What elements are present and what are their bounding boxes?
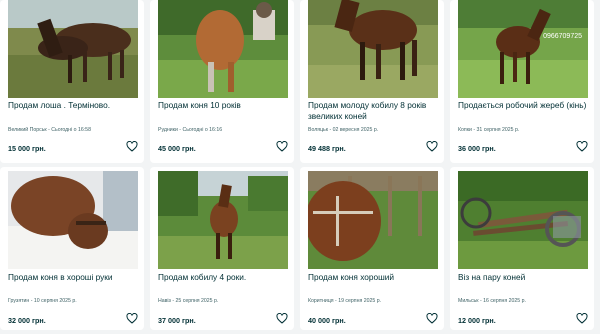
listing-price: 37 000 грн.	[158, 316, 196, 325]
listing-card[interactable]: Продам лоша . Терміново. Великий Порськ …	[0, 0, 144, 163]
listing-photo[interactable]	[158, 0, 288, 98]
listing-price: 12 000 грн.	[458, 316, 496, 325]
listing-card[interactable]: Продам коня хороший Коритниця - 19 серпн…	[300, 167, 444, 330]
listing-title[interactable]: Продам коня хороший	[308, 272, 438, 283]
listing-location-date: Воляцьк - 02 вересня 2025 р.	[308, 127, 379, 133]
listing-card[interactable]: Продам кобилу 4 роки. Навіз - 25 серпня …	[150, 167, 294, 330]
heart-outline-icon[interactable]	[426, 313, 438, 324]
listing-price: 32 000 грн.	[8, 316, 46, 325]
listing-photo[interactable]	[308, 0, 438, 98]
listing-photo[interactable]	[8, 0, 138, 98]
listing-title[interactable]: Віз на пару коней	[458, 272, 588, 283]
listing-location-date: Грузятин - 10 серпня 2025 р.	[8, 298, 77, 304]
listing-price: 36 000 грн.	[458, 144, 496, 153]
listing-card[interactable]: Продам коня в хороші руки Грузятин - 10 …	[0, 167, 144, 330]
listing-title[interactable]: Продається робочий жереб (кінь)	[458, 100, 588, 111]
listing-location-date: Великий Порськ - Сьогодні о 16:58	[8, 127, 91, 133]
listing-title[interactable]: Продам коня 10 років	[158, 100, 288, 111]
listing-price: 49 488 грн.	[308, 144, 346, 153]
listing-price: 40 000 грн.	[308, 316, 346, 325]
heart-outline-icon[interactable]	[426, 141, 438, 152]
listing-card[interactable]: Віз на пару коней Мильськ - 16 серпня 20…	[450, 167, 594, 330]
listing-price: 15 000 грн.	[8, 144, 46, 153]
heart-outline-icon[interactable]	[276, 313, 288, 324]
listing-title[interactable]: Продам кобилу 4 роки.	[158, 272, 288, 283]
heart-outline-icon[interactable]	[576, 313, 588, 324]
heart-outline-icon[interactable]	[126, 313, 138, 324]
listing-location-date: Копки - 31 серпня 2025 р.	[458, 127, 520, 133]
listing-location-date: Коритниця - 19 серпня 2025 р.	[308, 298, 382, 304]
listing-photo[interactable]	[158, 171, 288, 269]
listing-location-date: Мильськ - 16 серпня 2025 р.	[458, 298, 526, 304]
photo-overlay-phone: 0966709725	[543, 33, 582, 40]
listing-photo[interactable]	[8, 171, 138, 269]
listing-location-date: Рудники - Сьогодні о 16:16	[158, 127, 223, 133]
listing-title[interactable]: Продам молоду кобилу 8 років звеликих ко…	[308, 100, 438, 122]
listing-title[interactable]: Продам лоша . Терміново.	[8, 100, 138, 111]
listing-location-date: Навіз - 25 серпня 2025 р.	[158, 298, 219, 304]
listing-card[interactable]: Продам коня 10 років Рудники - Сьогодні …	[150, 0, 294, 163]
listing-photo[interactable]: 0966709725	[458, 0, 588, 98]
listing-title[interactable]: Продам коня в хороші руки	[8, 272, 138, 283]
listing-grid: Продам лоша . Терміново. Великий Порськ …	[0, 0, 600, 334]
heart-outline-icon[interactable]	[276, 141, 288, 152]
heart-outline-icon[interactable]	[576, 141, 588, 152]
listing-card[interactable]: Продам молоду кобилу 8 років звеликих ко…	[300, 0, 444, 163]
listing-photo[interactable]	[458, 171, 588, 269]
listing-card[interactable]: 0966709725 Продається робочий жереб (кін…	[450, 0, 594, 163]
listing-price: 45 000 грн.	[158, 144, 196, 153]
listing-photo[interactable]	[308, 171, 438, 269]
heart-outline-icon[interactable]	[126, 141, 138, 152]
